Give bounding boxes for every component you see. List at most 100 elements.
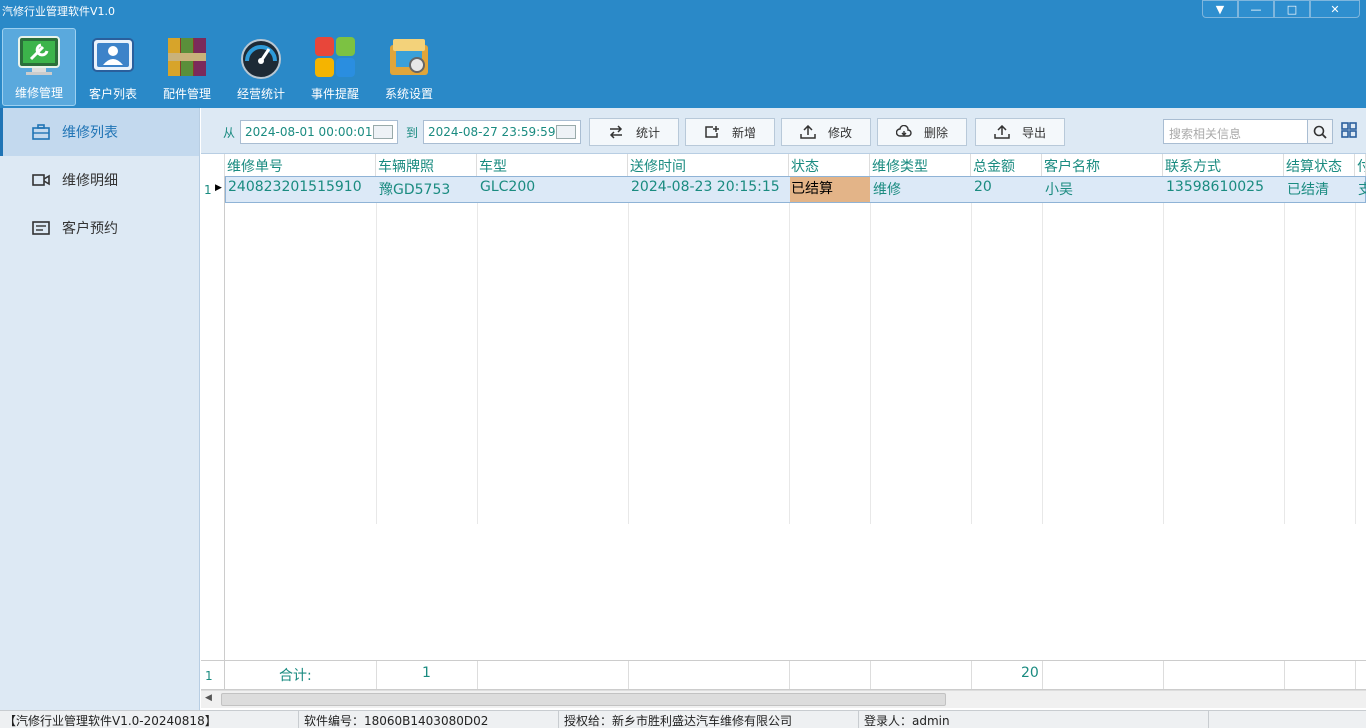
add-button-label: 新增 [731,125,756,140]
parts-icon [165,35,209,79]
sidebar-item-customer-appointment[interactable]: 客户预约 [0,204,199,252]
column-header[interactable]: 结算状态 [1284,154,1355,176]
stats-button[interactable]: 统计 [589,118,679,146]
ribbon-parts-management[interactable]: 配件管理 [150,28,224,106]
cell-payment: 支 [1358,182,1366,198]
main-ribbon: 维修管理 客户列表 配件管理 经营统计 事件提醒 系统设置 [2,28,446,106]
ribbon-customer-list[interactable]: 客户列表 [76,28,150,106]
search-placeholder: 搜索相关信息 [1169,127,1242,141]
start-date-input[interactable]: 2024-08-01 00:00:01 [240,120,398,144]
summary-label: 合计: [279,668,312,684]
calendar-icon[interactable] [373,125,393,139]
cell-time: 2024-08-23 20:15:15 [631,179,780,195]
row-header-corner [201,154,225,176]
column-header[interactable]: 总金额 [971,154,1042,176]
edit-button[interactable]: 修改 [781,118,871,146]
sidebar: 维修列表 维修明细 客户预约 [0,108,200,710]
search-button[interactable] [1307,119,1333,144]
sidebar-item-repair-list[interactable]: 维修列表 [0,108,199,156]
window-controls: ▼ — □ ✕ [1202,0,1360,18]
maximize-button[interactable]: □ [1274,0,1310,18]
column-header[interactable]: 维修单号 [225,154,376,176]
column-header[interactable]: 维修类型 [870,154,971,176]
monitor-wrench-icon [17,34,61,78]
cell-order-number: 240823201515910 [228,179,362,195]
menu-dropdown-button[interactable]: ▼ [1202,0,1238,18]
calendar-icon[interactable] [556,125,576,139]
cell-amount: 20 [974,179,992,195]
sidebar-item-label: 维修列表 [62,125,118,141]
status-user: 登录人：admin [864,714,950,728]
add-icon [705,126,719,138]
summary-amount: 20 [1021,665,1039,681]
cell-repair-type: 维修 [873,182,901,198]
app-title: 汽修行业管理软件V1.0 [2,5,116,18]
gauge-icon [239,35,283,79]
column-header[interactable]: 状态 [789,154,870,176]
edit-button-label: 修改 [827,125,852,140]
table-row[interactable]: 240823201515910 豫GD5753 GLC200 2024-08-2… [225,176,1366,203]
ribbon-event-reminder[interactable]: 事件提醒 [298,28,372,106]
sidebar-item-label: 维修明细 [62,173,118,189]
cell-model: GLC200 [480,179,536,195]
export-button-label: 导出 [1021,125,1046,140]
briefcase-icon [32,124,50,140]
to-label: 到 [406,126,419,140]
ribbon-system-settings[interactable]: 系统设置 [372,28,446,106]
minimize-button[interactable]: — [1238,0,1274,18]
end-date-input[interactable]: 2024-08-27 23:59:59 [423,120,581,144]
status-serial: 软件编号：18060B1403080D02 [304,714,489,728]
ribbon-label: 经营统计 [236,87,285,101]
column-header[interactable]: 车辆牌照 [376,154,477,176]
end-date-value: 2024-08-27 23:59:59 [428,125,556,139]
current-row-indicator: ▶ [215,183,222,193]
search-input[interactable]: 搜索相关信息 [1163,119,1333,144]
summary-count: 1 [422,665,431,681]
column-header[interactable]: 付 [1355,154,1366,176]
scroll-left-icon[interactable]: ◀ [205,693,212,703]
cell-customer: 小吴 [1045,182,1073,198]
column-header[interactable]: 客户名称 [1042,154,1163,176]
swap-arrows-icon [609,125,623,139]
export-button[interactable]: 导出 [975,118,1065,146]
ribbon-label: 客户列表 [88,87,137,101]
cell-plate: 豫GD5753 [379,182,451,198]
scrollbar-thumb[interactable] [221,693,946,706]
cell-status: 已结算 [790,177,870,202]
customer-icon [91,35,135,79]
ribbon-business-stats[interactable]: 经营统计 [224,28,298,106]
reminder-icon [313,35,357,79]
add-button[interactable]: 新增 [685,118,775,146]
status-bar: 【汽修行业管理软件V1.0-20240818】 软件编号：18060B14030… [0,710,1366,728]
horizontal-scrollbar[interactable]: ◀ [201,690,1366,708]
ribbon-label: 事件提醒 [310,87,359,101]
row-number: 1 [204,183,212,197]
status-version: 【汽修行业管理软件V1.0-20240818】 [4,714,217,728]
grid-layout-icon[interactable] [1341,122,1357,138]
row-header-column: 1 ▶ [201,176,225,660]
stats-button-label: 统计 [635,125,660,140]
close-button[interactable]: ✕ [1310,0,1360,18]
summary-row: 1 合计: 1 20 [201,660,1366,690]
ribbon-label: 系统设置 [384,87,433,101]
column-header[interactable]: 联系方式 [1163,154,1284,176]
title-bar: 汽修行业管理软件V1.0 ▼ — □ ✕ 维修管理 客户列表 配件管理 经营统计… [0,0,1366,108]
delete-button-label: 删除 [923,125,948,140]
cell-phone: 13598610025 [1166,179,1264,195]
note-icon [32,221,50,235]
status-licensee: 授权给：新乡市胜利盛达汽车维修有限公司 [564,714,793,728]
upload-icon [800,125,816,139]
video-icon [32,174,50,186]
sidebar-item-repair-detail[interactable]: 维修明细 [0,156,199,204]
column-header[interactable]: 车型 [477,154,628,176]
cloud-download-icon [895,125,912,137]
settings-icon [387,35,431,79]
cell-settlement: 已结清 [1287,182,1329,198]
delete-button[interactable]: 删除 [877,118,967,146]
ribbon-repair-management[interactable]: 维修管理 [2,28,76,106]
sidebar-item-label: 客户预约 [62,221,118,237]
search-icon [1313,125,1327,139]
toolbar: 从 2024-08-01 00:00:01 到 2024-08-27 23:59… [201,108,1366,154]
start-date-value: 2024-08-01 00:00:01 [245,125,373,139]
column-header[interactable]: 送修时间 [628,154,789,176]
